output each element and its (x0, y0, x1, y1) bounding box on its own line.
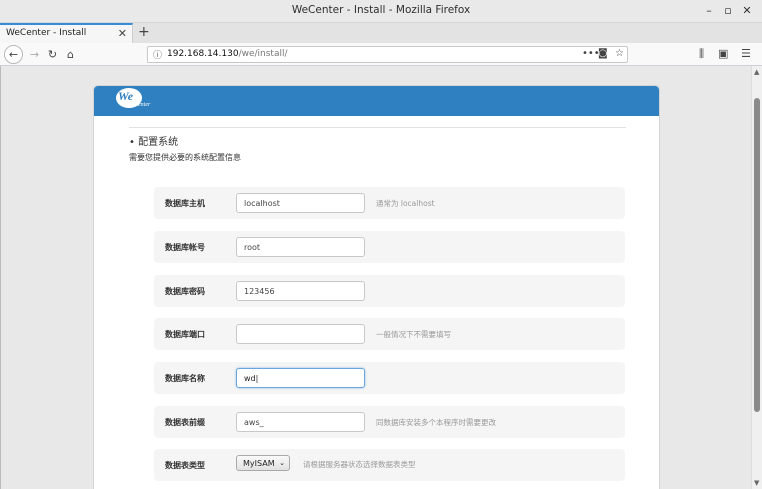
table-engine-value: MyISAM (243, 459, 275, 468)
url-host: 192.168.14.130 (167, 49, 239, 59)
section-divider (129, 127, 626, 128)
sidebar-icon[interactable]: ▣ (718, 47, 728, 60)
table-prefix-input[interactable]: aws_ (236, 412, 365, 432)
table-prefix-hint: 同数据库安装多个本程序时需要更改 (376, 418, 496, 427)
field-row-table-engine: 数据表类型 MyISAM ⌄ 请根据服务器状态选择数据表类型 (154, 449, 625, 481)
tab-close-icon[interactable]: ✕ (118, 27, 127, 40)
library-icon[interactable]: ⫼ (699, 47, 704, 61)
section-title: • 配置系统 (129, 137, 179, 148)
section-description: 需要您提供必要的系统配置信息 (129, 153, 241, 162)
page-viewport: We Center • 配置系统 需要您提供必要的系统配置信息 数据库主机 lo… (0, 66, 751, 489)
minimize-icon[interactable]: – (702, 4, 716, 18)
db-host-label: 数据库主机 (165, 199, 205, 208)
db-port-input[interactable] (236, 324, 365, 344)
tab-wecenter-install[interactable]: WeCenter - Install ✕ (0, 23, 133, 43)
field-row-db-port: 数据库端口 一般情况下不需要填写 (154, 318, 625, 350)
db-user-input[interactable]: root (236, 237, 365, 257)
db-host-hint: 通常为 localhost (376, 199, 435, 208)
scrollbar-thumb[interactable] (754, 98, 760, 412)
vertical-scrollbar[interactable]: ▲ ▼ (751, 66, 762, 489)
db-name-input[interactable]: wd| (236, 368, 365, 388)
field-row-db-user: 数据库帐号 root (154, 231, 625, 263)
install-card: We Center • 配置系统 需要您提供必要的系统配置信息 数据库主机 lo… (93, 85, 660, 489)
new-tab-icon[interactable]: + (138, 24, 150, 40)
bookmark-star-icon[interactable]: ☆ (615, 48, 624, 59)
tab-label: WeCenter - Install (6, 28, 87, 38)
field-row-table-prefix: 数据表前缀 aws_ 同数据库安装多个本程序时需要更改 (154, 406, 625, 438)
back-arrow-icon[interactable]: ← (4, 45, 23, 64)
chevron-down-icon: ⌄ (279, 459, 285, 467)
scroll-down-arrow-icon[interactable]: ▼ (754, 479, 759, 487)
close-window-icon[interactable]: ✕ (740, 4, 754, 18)
window-title: WeCenter - Install - Mozilla Firefox (291, 4, 471, 16)
pocket-icon[interactable]: ◙ (598, 48, 608, 59)
db-user-label: 数据库帐号 (165, 243, 205, 252)
logo-we-text: We (118, 89, 134, 103)
table-prefix-label: 数据表前缀 (165, 418, 205, 427)
logo-center-text: Center (134, 102, 151, 108)
maximize-icon[interactable]: ▫ (721, 4, 735, 18)
url-text: 192.168.14.130/we/install/ (167, 49, 288, 59)
navigation-toolbar: ← → ↻ ⌂ ⓘ 192.168.14.130/we/install/ •••… (0, 43, 762, 66)
card-header: We Center (94, 86, 659, 116)
db-port-label: 数据库端口 (165, 330, 205, 339)
tab-strip: WeCenter - Install ✕ + (0, 23, 762, 43)
field-row-db-host: 数据库主机 localhost 通常为 localhost (154, 187, 625, 219)
field-row-db-name: 数据库名称 wd| (154, 362, 625, 394)
db-port-hint: 一般情况下不需要填写 (376, 330, 451, 339)
menu-icon[interactable]: ☰ (741, 47, 751, 60)
db-password-input[interactable]: 123456 (236, 281, 365, 301)
info-icon[interactable]: ⓘ (153, 48, 162, 61)
forward-arrow-icon[interactable]: → (26, 46, 43, 63)
url-path: /we/install/ (238, 49, 288, 59)
db-name-label: 数据库名称 (165, 374, 205, 383)
reload-icon[interactable]: ↻ (44, 46, 61, 63)
table-engine-hint: 请根据服务器状态选择数据表类型 (303, 460, 416, 469)
home-icon[interactable]: ⌂ (62, 46, 79, 63)
table-engine-label: 数据表类型 (165, 461, 205, 470)
field-row-db-password: 数据库密码 123456 (154, 275, 625, 307)
url-bar[interactable]: ⓘ 192.168.14.130/we/install/ ••• ◙ ☆ (147, 46, 628, 63)
db-host-input[interactable]: localhost (236, 193, 365, 213)
scroll-up-arrow-icon[interactable]: ▲ (754, 68, 759, 76)
window-titlebar: WeCenter - Install - Mozilla Firefox – ▫… (0, 0, 762, 23)
db-password-label: 数据库密码 (165, 287, 205, 296)
table-engine-select[interactable]: MyISAM ⌄ (236, 455, 290, 471)
